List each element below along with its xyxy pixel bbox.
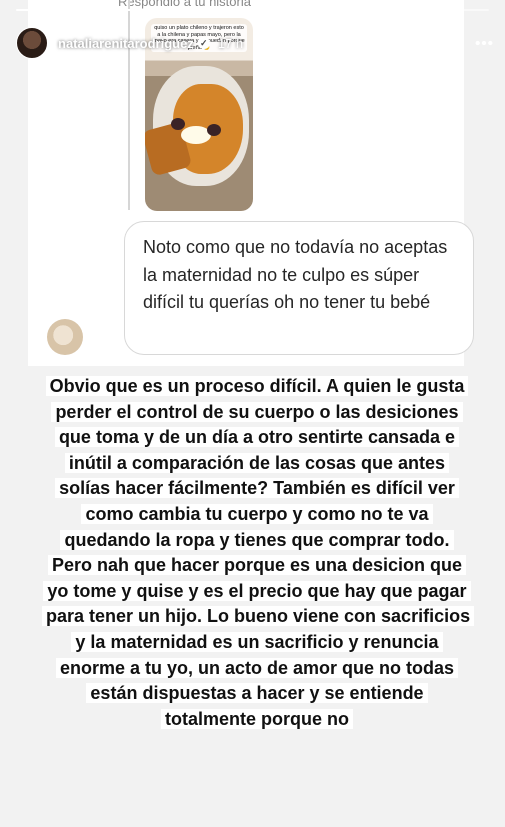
progress-segment xyxy=(206,9,251,11)
progress-segment xyxy=(111,9,156,11)
sender-avatar xyxy=(47,319,83,355)
progress-segment xyxy=(349,9,394,11)
play-icon[interactable] xyxy=(403,34,421,52)
reply-message-bubble: Noto como que no todavía no aceptas la m… xyxy=(124,221,474,355)
story-viewer[interactable]: Respondió a tu historia quiso un plato c… xyxy=(2,0,503,827)
more-icon[interactable] xyxy=(475,34,493,52)
story-header: nataliarenitarodriguez ✓ 17 h xyxy=(16,25,493,61)
time-ago: 17 h xyxy=(217,35,244,51)
verified-icon: ✓ xyxy=(197,37,210,49)
progress-segment xyxy=(16,9,60,11)
story-text-body: Obvio que es un proceso difícil. A quien… xyxy=(42,376,475,729)
progress-segment xyxy=(254,9,299,11)
progress-segment xyxy=(63,9,108,11)
reply-message-text: Noto como que no todavía no aceptas la m… xyxy=(143,237,448,312)
olive-image xyxy=(207,124,221,136)
progress-segment xyxy=(397,9,442,11)
story-progress xyxy=(16,9,490,11)
username[interactable]: nataliarenitarodriguez xyxy=(58,36,194,51)
story-controls xyxy=(403,34,493,52)
story-text: Obvio que es un proceso difícil. A quien… xyxy=(42,374,475,732)
progress-segment xyxy=(159,9,203,11)
mute-icon[interactable] xyxy=(439,34,457,52)
avatar[interactable] xyxy=(16,27,48,59)
reply-label: Respondió a tu historia xyxy=(118,0,251,9)
progress-segment xyxy=(302,9,346,11)
olive-image xyxy=(171,118,185,130)
progress-segment xyxy=(445,9,490,11)
